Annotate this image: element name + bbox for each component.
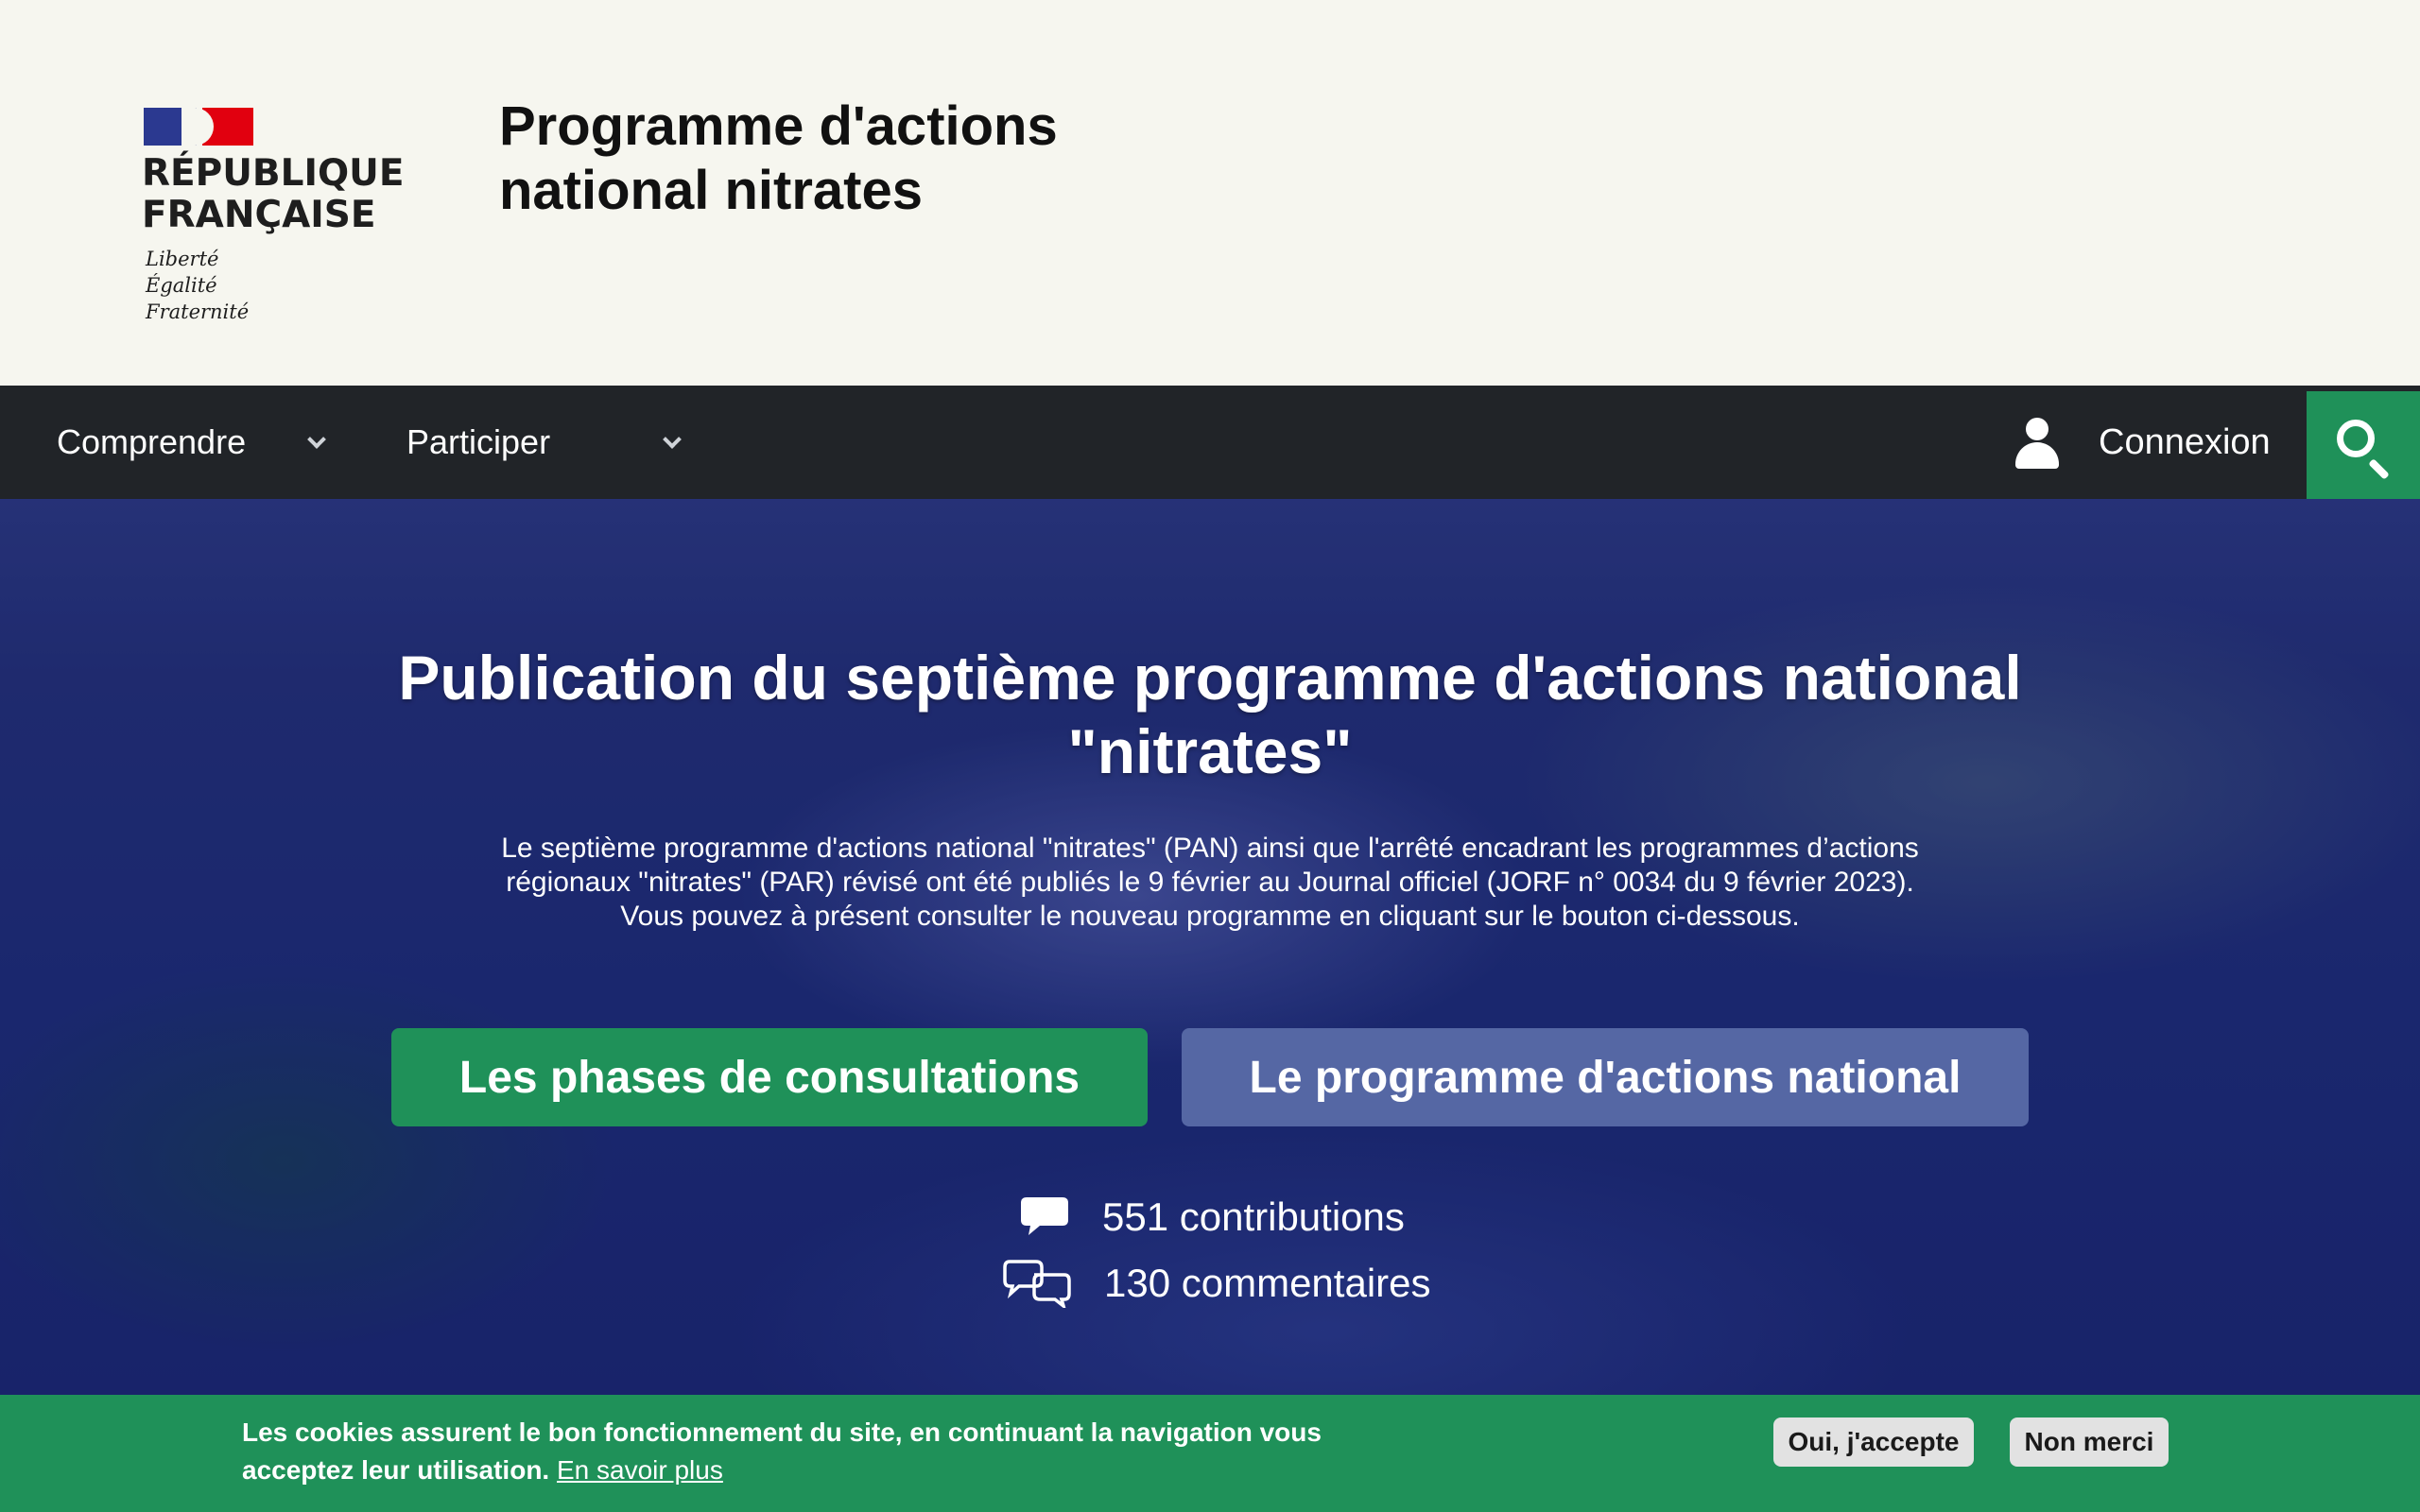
- main-navigation: Comprendre Participer Connexion: [0, 386, 2420, 499]
- cookie-message: Les cookies assurent le bon fonctionneme…: [242, 1414, 1405, 1489]
- hero-description: Le septième programme d'actions national…: [473, 832, 1947, 934]
- hero-banner: Publication du septième programme d'acti…: [0, 499, 2420, 1395]
- site-title[interactable]: Programme d'actions national nitrates: [499, 94, 1066, 223]
- marianne-flag-icon: [144, 108, 253, 146]
- search-button[interactable]: [2307, 391, 2420, 499]
- login-button[interactable]: Connexion: [2004, 386, 2307, 499]
- contributions-count: 551 contributions: [1019, 1189, 1405, 1246]
- chevron-down-icon: [663, 430, 682, 449]
- consultations-button[interactable]: Les phases de consultations: [391, 1028, 1148, 1126]
- comments-label: 130 commentaires: [1104, 1261, 1431, 1305]
- user-icon: [2012, 414, 2063, 471]
- hero-paragraph-1: Le septième programme d'actions national…: [501, 833, 1919, 898]
- logo-line-1: RÉPUBLIQUE: [142, 152, 405, 195]
- republique-francaise-logo[interactable]: RÉPUBLIQUE FRANÇAISE Liberté Égalité Fra…: [142, 104, 406, 331]
- logo-line-2: FRANÇAISE: [142, 194, 376, 236]
- comments-count: 130 commentaires: [1002, 1255, 1431, 1312]
- nav-item-participer[interactable]: Participer: [406, 386, 690, 499]
- cookie-text: Les cookies assurent le bon fonctionneme…: [242, 1418, 1322, 1485]
- speech-bubble-icon: [1021, 1197, 1068, 1235]
- contributions-label: 551 contributions: [1102, 1194, 1405, 1239]
- conversation-icon: [1003, 1260, 1071, 1308]
- motto-liberte: Liberté: [146, 248, 219, 270]
- nav-item-label: Comprendre: [57, 422, 247, 461]
- nav-item-comprendre[interactable]: Comprendre: [57, 386, 340, 499]
- cookie-refuse-button[interactable]: Non merci: [2010, 1418, 2169, 1467]
- logo-motto: Liberté Égalité Fraternité: [146, 246, 249, 325]
- motto-egalite: Égalité: [146, 274, 217, 297]
- chevron-down-icon: [307, 430, 326, 449]
- hero-paragraph-2: Vous pouvez à présent consulter le nouve…: [620, 901, 1800, 932]
- cookie-banner: Les cookies assurent le bon fonctionneme…: [0, 1395, 2420, 1512]
- site-header: RÉPUBLIQUE FRANÇAISE Liberté Égalité Fra…: [0, 0, 2420, 386]
- cookie-learn-more-link[interactable]: En savoir plus: [557, 1455, 723, 1485]
- nav-item-label: Participer: [406, 422, 551, 461]
- login-label: Connexion: [2099, 421, 2271, 462]
- cookie-accept-button[interactable]: Oui, j'accepte: [1773, 1418, 1974, 1467]
- motto-fraternite: Fraternité: [146, 301, 250, 323]
- programme-button[interactable]: Le programme d'actions national: [1182, 1028, 2029, 1126]
- hero-title: Publication du septième programme d'acti…: [398, 643, 2022, 786]
